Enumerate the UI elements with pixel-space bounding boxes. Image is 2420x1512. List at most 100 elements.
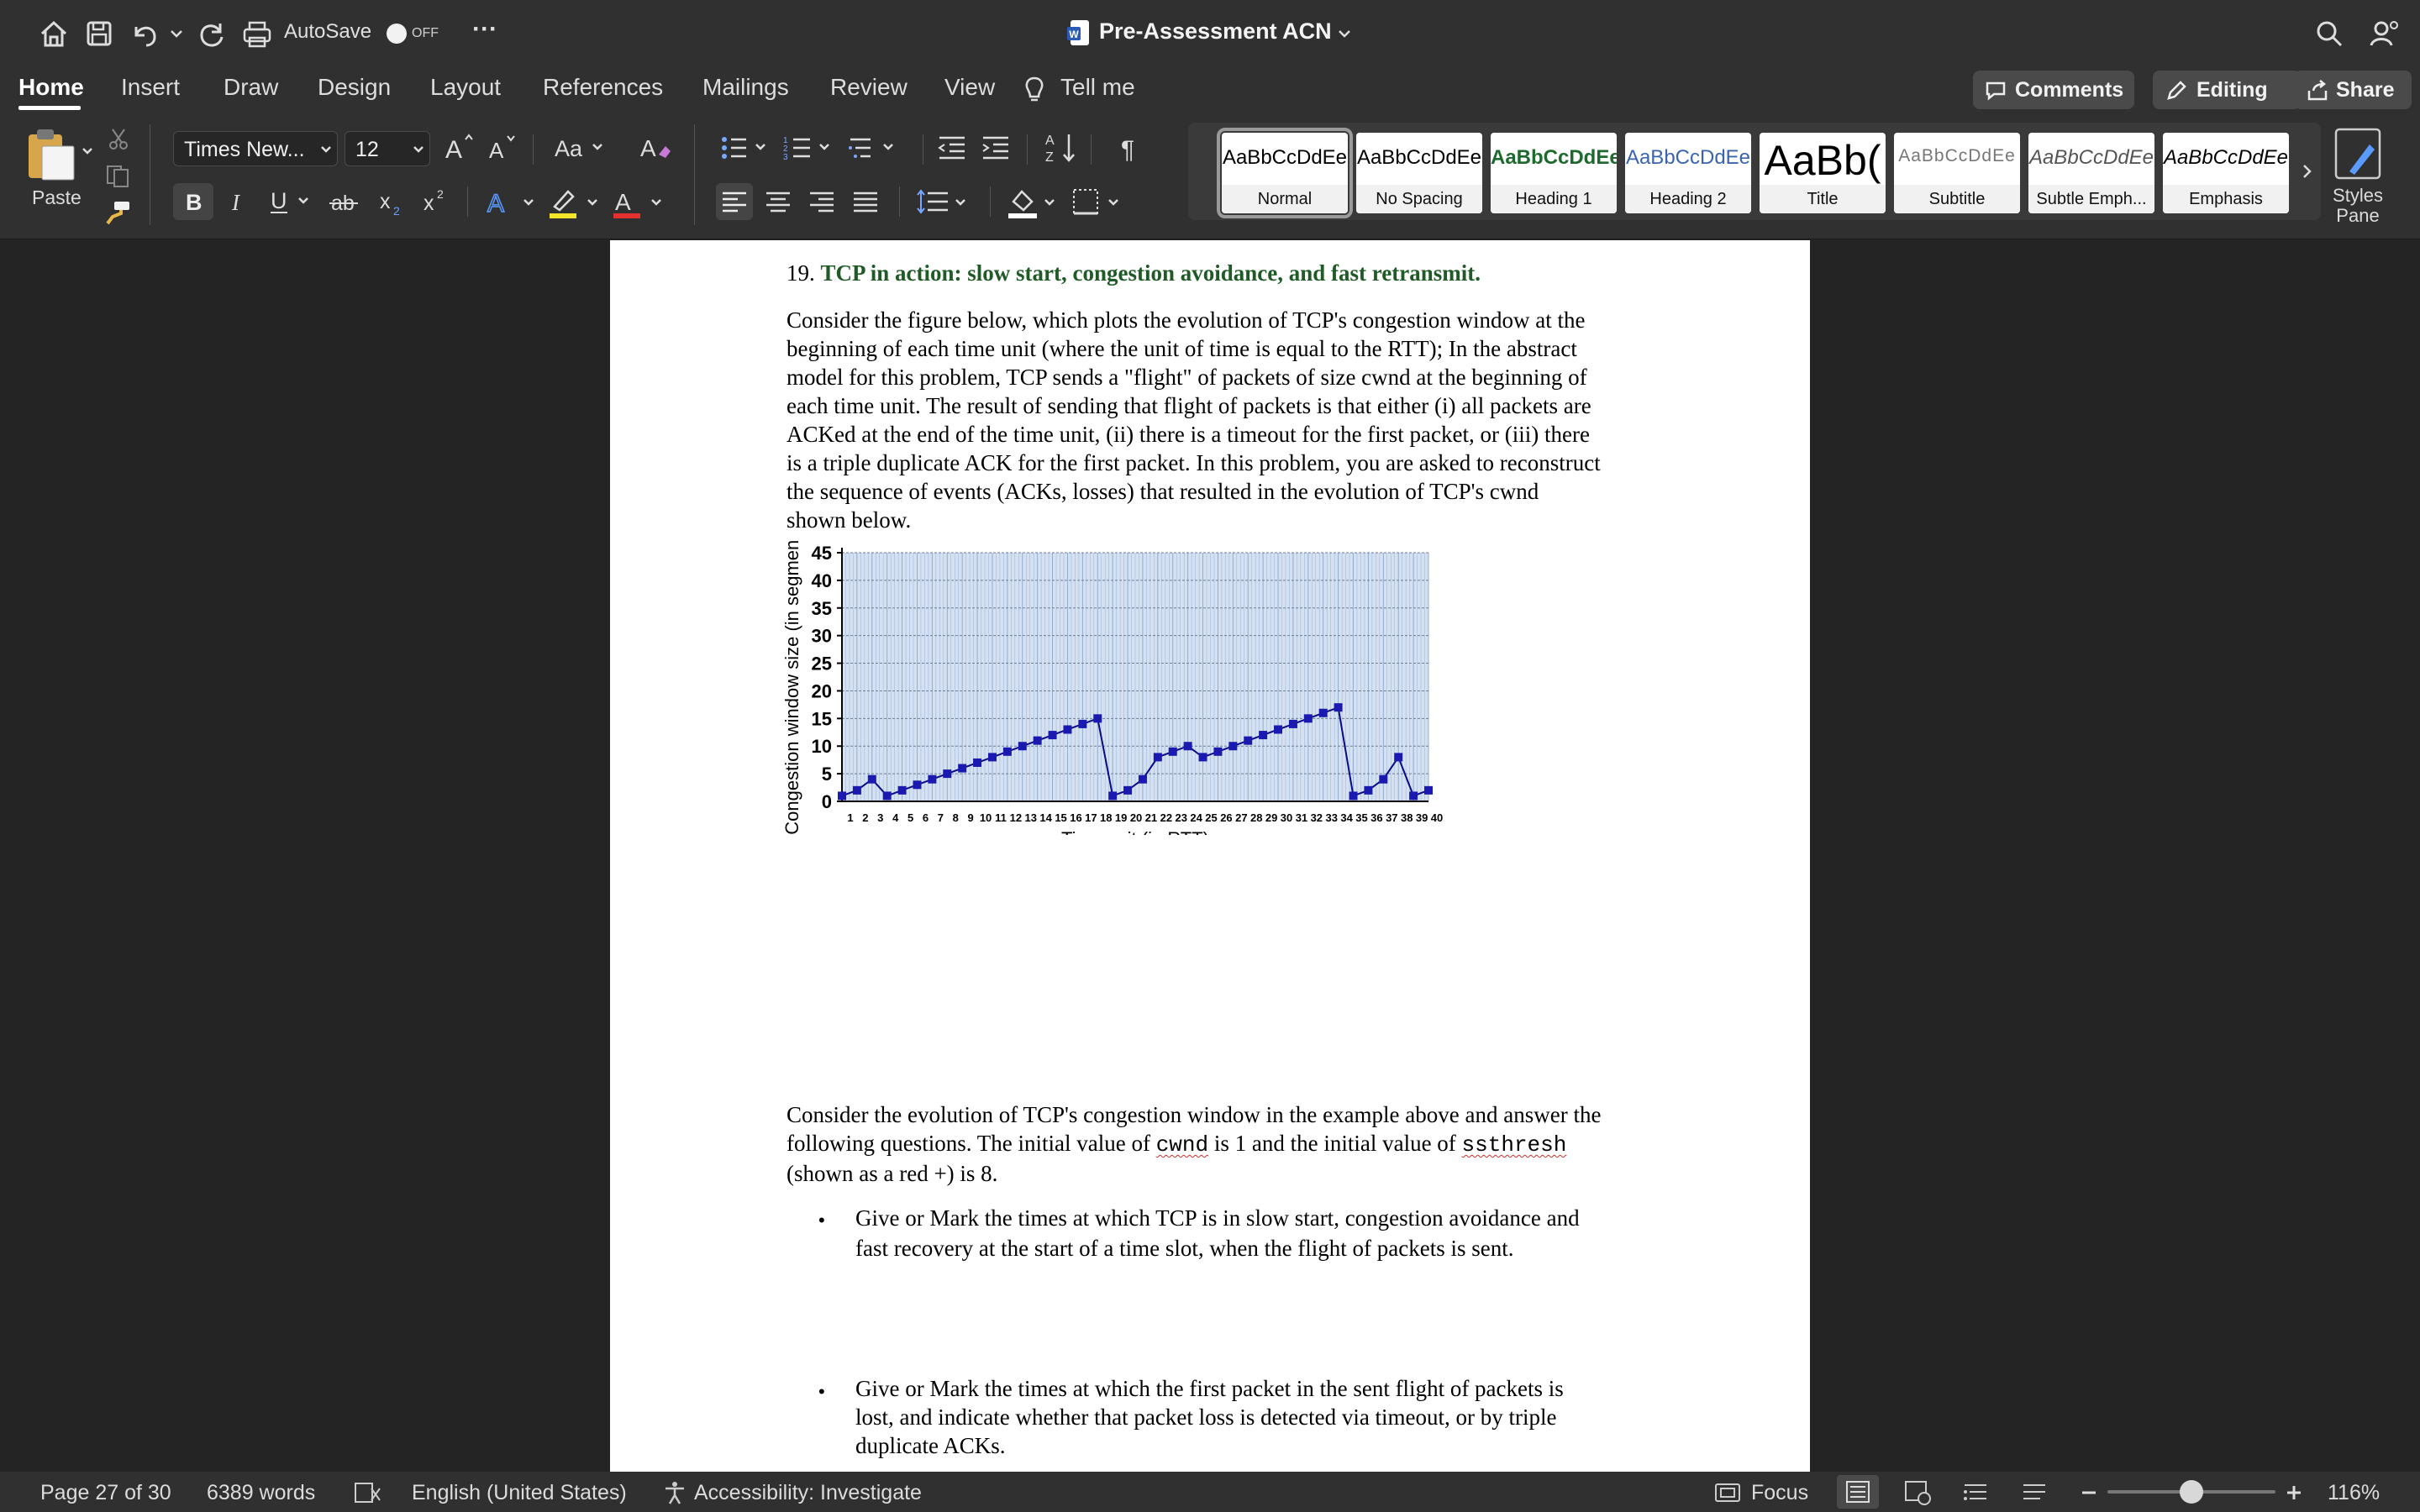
style-no-spacing[interactable]: AaBbCcDdEe No Spacing xyxy=(1356,133,1482,213)
svg-text:x: x xyxy=(380,190,391,213)
styles-more-chevron-icon[interactable] xyxy=(2297,160,2317,183)
print-icon[interactable] xyxy=(239,15,276,52)
language-indicator[interactable]: English (United States) xyxy=(412,1481,627,1505)
print-layout-view-icon[interactable] xyxy=(1837,1475,1879,1509)
zoom-slider-thumb[interactable] xyxy=(2180,1480,2203,1504)
focus-icon[interactable] xyxy=(1714,1482,1741,1504)
shrink-font-icon[interactable]: A xyxy=(486,131,519,165)
focus-mode-button[interactable]: Focus xyxy=(1751,1481,1808,1505)
search-icon[interactable] xyxy=(2311,15,2348,52)
paste-icon[interactable] xyxy=(24,126,77,183)
style-normal[interactable]: AaBbCcDdEe Normal xyxy=(1217,128,1353,218)
save-icon[interactable] xyxy=(81,15,118,52)
svg-text:W: W xyxy=(1069,29,1079,40)
italic-icon[interactable]: I xyxy=(224,183,254,220)
clear-formatting-icon[interactable]: A xyxy=(639,131,674,165)
separator xyxy=(467,186,468,217)
cut-icon[interactable] xyxy=(106,126,131,151)
x-tick-label: 35 xyxy=(1355,811,1367,824)
more-commands-icon[interactable]: ··· xyxy=(472,15,497,44)
style-heading-2[interactable]: AaBbCcDdEe Heading 2 xyxy=(1625,133,1751,213)
align-left-icon[interactable] xyxy=(716,183,753,220)
bullets-icon[interactable] xyxy=(719,131,786,165)
superscript-icon[interactable]: x2 xyxy=(420,183,450,220)
justify-icon[interactable] xyxy=(847,183,884,220)
page-count[interactable]: Page 27 of 30 xyxy=(40,1481,171,1505)
tell-me-box[interactable]: Tell me xyxy=(1060,74,1135,101)
font-name-chevron-icon[interactable] xyxy=(318,141,334,158)
redo-icon[interactable] xyxy=(193,15,230,52)
x-tick-label: 25 xyxy=(1205,811,1217,824)
y-tick-label: 10 xyxy=(812,736,832,757)
title-chevron-down-icon[interactable] xyxy=(1334,24,1355,44)
text-effects-icon[interactable]: A xyxy=(482,183,541,220)
strikethrough-icon[interactable]: ab xyxy=(328,183,361,220)
styles-pane-label-1: Styles xyxy=(2333,185,2383,206)
shading-icon[interactable] xyxy=(1005,183,1064,220)
tab-layout[interactable]: Layout xyxy=(430,74,501,101)
zoom-out-icon[interactable] xyxy=(2077,1482,2101,1504)
x-tick-label: 29 xyxy=(1265,811,1277,824)
word-count[interactable]: 6389 words xyxy=(207,1481,315,1505)
data-point xyxy=(1002,747,1012,756)
tab-draw[interactable]: Draw xyxy=(224,74,278,101)
web-layout-view-icon[interactable] xyxy=(1896,1475,1938,1509)
line-spacing-icon[interactable] xyxy=(916,183,975,220)
zoom-in-icon[interactable] xyxy=(2282,1482,2306,1504)
bold-icon[interactable]: B xyxy=(173,183,213,220)
font-size-chevron-icon[interactable] xyxy=(410,141,427,158)
document-title[interactable]: Pre-Assessment ACN xyxy=(1099,18,1332,45)
decrease-indent-icon[interactable] xyxy=(936,131,970,165)
style-heading-1[interactable]: AaBbCcDdEe Heading 1 xyxy=(1491,133,1617,213)
style-subtle-emphasis[interactable]: AaBbCcDdEe Subtle Emph... xyxy=(2028,133,2154,213)
accessibility-status[interactable]: Accessibility: Investigate xyxy=(694,1481,922,1505)
data-point xyxy=(897,785,907,795)
draft-view-icon[interactable] xyxy=(2013,1475,2055,1509)
format-painter-icon[interactable] xyxy=(104,198,133,225)
align-right-icon[interactable] xyxy=(803,183,840,220)
tab-mailings[interactable]: Mailings xyxy=(702,74,789,101)
font-name-dropdown[interactable]: Times New... xyxy=(173,131,338,166)
home-icon[interactable] xyxy=(35,15,72,52)
font-color-icon[interactable]: A xyxy=(610,183,669,220)
undo-icon[interactable] xyxy=(126,15,163,52)
autosave-toggle[interactable]: OFF xyxy=(385,20,439,47)
tab-references[interactable]: References xyxy=(543,74,663,101)
tab-home[interactable]: Home xyxy=(18,74,84,101)
outline-view-icon[interactable] xyxy=(1954,1475,1996,1509)
document-page[interactable]: 19. TCP in action: slow start, congestio… xyxy=(610,240,1810,1472)
paste-dropdown-icon[interactable] xyxy=(79,143,96,160)
tab-design[interactable]: Design xyxy=(318,74,391,101)
proofing-icon[interactable] xyxy=(353,1480,383,1505)
style-emphasis[interactable]: AaBbCcDdEe Emphasis xyxy=(2163,133,2289,213)
grow-font-icon[interactable]: A xyxy=(442,131,476,165)
tab-insert[interactable]: Insert xyxy=(121,74,180,101)
increase-indent-icon[interactable] xyxy=(980,131,1013,165)
account-icon[interactable] xyxy=(2366,15,2403,52)
underline-icon[interactable]: U xyxy=(266,183,316,220)
y-tick-label: 35 xyxy=(812,598,832,619)
styles-pane-icon[interactable] xyxy=(2333,126,2383,181)
show-formatting-marks-icon[interactable]: ¶ xyxy=(1114,131,1148,165)
style-subtitle[interactable]: AaBbCcDdEe Subtitle xyxy=(1894,133,2020,213)
zoom-level[interactable]: 116% xyxy=(2328,1481,2380,1505)
comments-button[interactable]: Comments xyxy=(1973,71,2134,109)
tab-view[interactable]: View xyxy=(944,74,995,101)
svg-text:A: A xyxy=(445,136,462,164)
change-case-icon[interactable]: Aa xyxy=(551,131,610,165)
multilevel-list-icon[interactable] xyxy=(847,131,914,165)
highlight-color-icon[interactable] xyxy=(546,183,605,220)
style-title[interactable]: AaBb( Title xyxy=(1760,133,1886,213)
tab-review[interactable]: Review xyxy=(830,74,908,101)
subscript-icon[interactable]: x2 xyxy=(376,183,407,220)
editing-button[interactable]: Editing xyxy=(2153,71,2301,109)
accessibility-icon[interactable] xyxy=(662,1480,687,1505)
y-axis-label: Congestion window size (in segments) xyxy=(781,541,802,835)
numbering-icon[interactable]: 123 xyxy=(783,131,850,165)
borders-icon[interactable] xyxy=(1069,183,1128,220)
sort-icon[interactable]: AZ xyxy=(1044,129,1081,166)
align-center-icon[interactable] xyxy=(760,183,797,220)
undo-dropdown-icon[interactable] xyxy=(165,15,188,52)
share-button[interactable]: Share xyxy=(2294,71,2412,109)
copy-icon[interactable] xyxy=(104,163,133,188)
